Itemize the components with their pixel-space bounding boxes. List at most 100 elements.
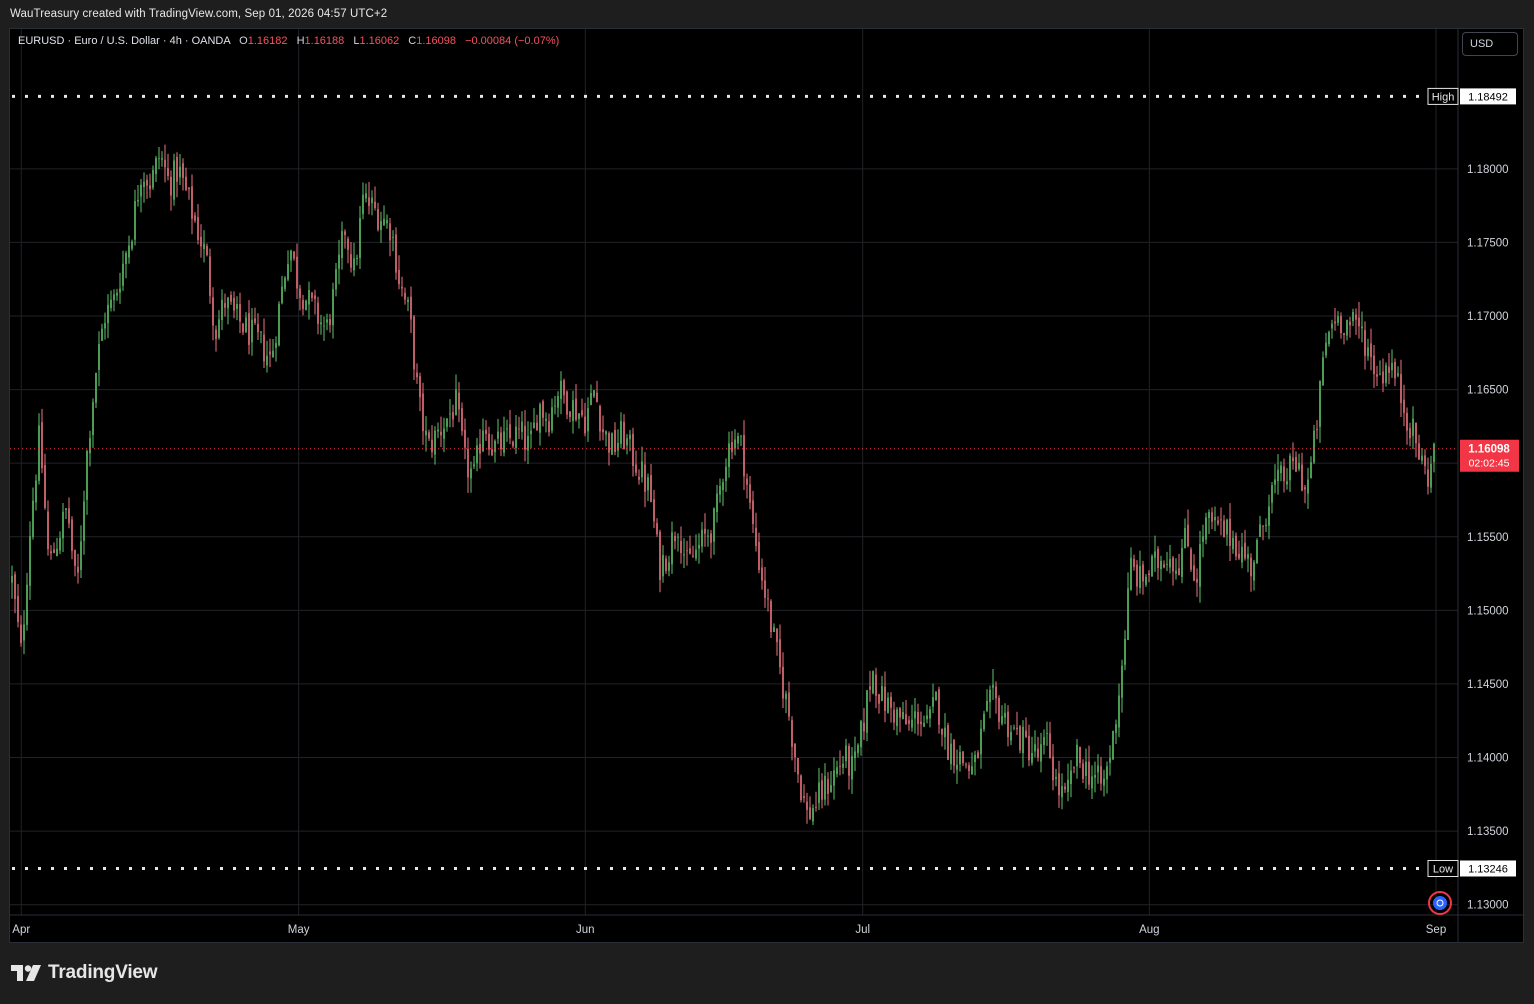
candle [65,508,67,519]
candle-body [785,693,787,700]
candle-body [41,422,43,469]
candle-body [539,404,541,433]
candle [638,469,640,485]
candle [305,299,307,311]
candle-body [545,418,547,421]
candle [767,588,769,612]
candle [1172,555,1174,586]
candle [701,522,703,553]
candle-body [1421,455,1423,461]
candle [911,704,913,732]
candle-body [1292,457,1294,462]
candle [248,300,250,355]
candle-body [1217,520,1219,524]
candle-body [677,536,679,538]
candle [368,181,370,215]
candle [803,784,805,803]
candle [710,530,712,559]
candle-body [218,319,220,338]
candle-body [695,549,697,559]
candle-body [899,708,901,718]
candle [1112,730,1114,760]
candle [143,172,145,203]
candle-body [1319,381,1321,427]
candle [695,534,697,561]
candle [1184,518,1186,549]
candle-body [1385,365,1387,383]
candle-body [1097,765,1099,773]
candle-body [245,317,247,333]
candle [488,426,490,456]
candle [386,214,388,229]
candle-body [1280,465,1282,474]
candle [542,399,544,427]
candle-body [452,412,454,420]
candle [908,716,910,731]
candle-body [158,158,160,160]
candle-body [1349,321,1351,326]
candle-body [242,323,244,333]
candle [836,760,838,778]
candle [1433,442,1435,473]
candle-body [1142,564,1144,582]
candle [1118,683,1120,738]
candle-body [866,690,868,733]
candle-body [578,413,580,419]
candle [1307,467,1309,509]
symbol-title[interactable]: EURUSD · Euro / U.S. Dollar · 4h · OANDA [18,35,230,47]
candle-body [1169,559,1171,568]
candle-body [98,344,100,370]
candle [1133,554,1135,571]
candle-body [410,296,412,320]
tradingview-brand[interactable]: TradingView [11,962,158,984]
candle-body [332,289,334,326]
candle [449,399,451,428]
candle-body [83,501,85,541]
candle [587,397,589,442]
candle [1331,319,1333,339]
candle-body [506,428,508,430]
candle [1145,574,1147,587]
candle [464,418,466,460]
candle [917,703,919,736]
economic-event-icon[interactable] [1428,891,1452,915]
candle [998,695,1000,730]
candle-body [815,806,817,808]
candle [200,224,202,258]
candle-body [569,411,571,418]
candle-body [767,598,769,600]
candle [101,323,103,341]
candle-body [329,319,331,326]
candle-body [1400,374,1402,404]
candle [857,743,859,758]
candle-body [293,251,295,259]
candle [272,338,274,358]
candle-body [755,527,757,546]
candle [1001,705,1003,726]
candle-body [929,709,931,719]
candle [344,229,346,249]
footer [0,944,1534,1004]
candle [1211,507,1213,530]
candle [1175,558,1177,580]
candle-body [221,299,223,320]
candle-body [380,221,382,231]
candle [140,179,142,213]
candle-body [212,297,214,326]
candle-body [1232,537,1234,550]
candle-body [305,300,307,310]
candle-body [1088,761,1090,785]
candle-body [641,461,643,478]
candle [1424,449,1426,475]
candle-body [128,245,130,258]
currency-button[interactable]: USD [1462,32,1518,56]
symbol-legend[interactable]: EURUSD · Euro / U.S. Dollar · 4h · OANDA… [18,35,559,47]
candle [800,774,802,803]
candle [374,186,376,211]
candle-body [893,709,895,723]
candle-body [26,584,28,625]
candle [1295,451,1297,473]
chart-canvas[interactable]: 1.180001.175001.170001.165001.160001.155… [0,0,1534,1004]
candle [1355,308,1357,335]
candle-body [1283,466,1285,482]
